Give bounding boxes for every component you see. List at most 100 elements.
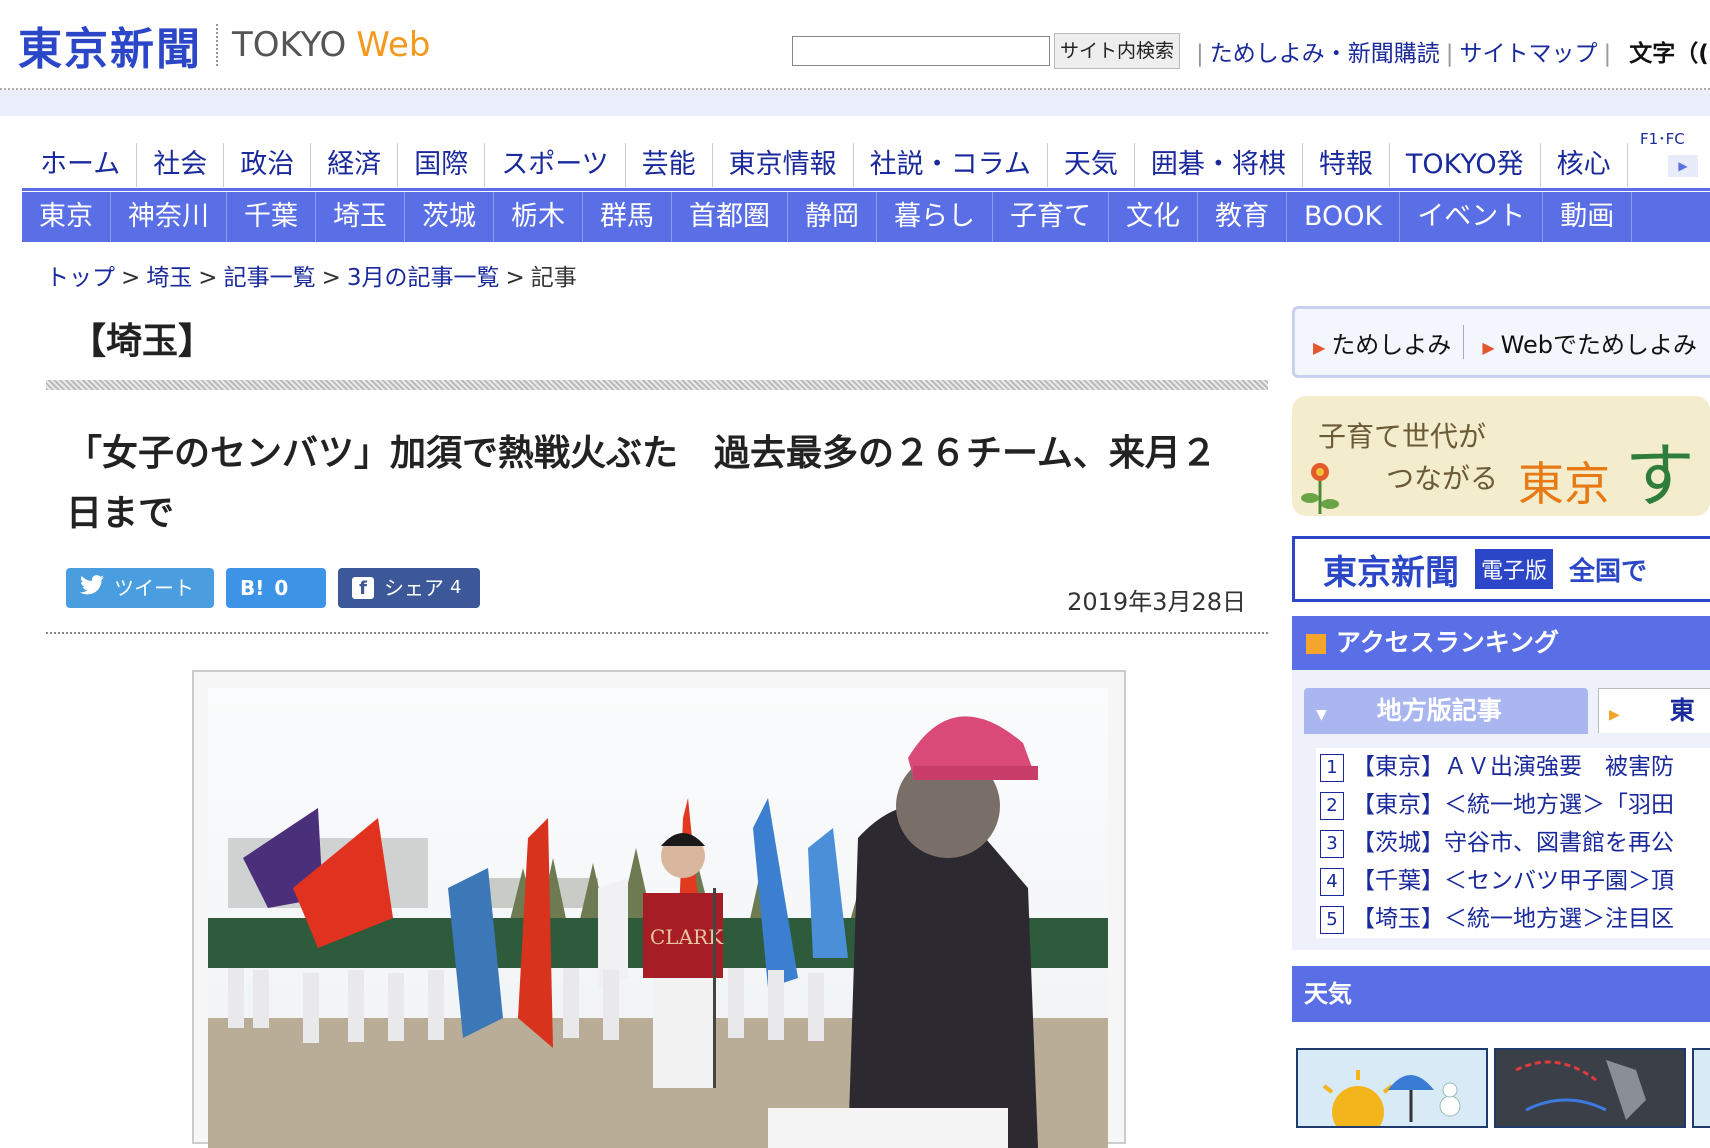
breadcrumb-separator: > bbox=[121, 265, 141, 291]
ranking-item[interactable]: 1 【東京】ＡＶ出演強要 被害防 bbox=[1316, 748, 1710, 786]
regional-nav-item[interactable]: 子育て bbox=[993, 192, 1109, 242]
triangle-right-icon: ▶ bbox=[1482, 337, 1495, 357]
kosodate-banner[interactable]: 子育て世代が つながる 東京 す bbox=[1292, 396, 1710, 516]
regional-nav-item[interactable]: 東京 bbox=[22, 192, 111, 242]
share-label: シェア bbox=[384, 576, 444, 600]
social-buttons: ツイート B! 0 f シェア 4 bbox=[66, 568, 480, 608]
ebook-banner[interactable]: 東京新聞 電子版 全国で bbox=[1292, 536, 1710, 602]
ranking-item[interactable]: 3 【茨城】守谷市、図書館を再公 bbox=[1316, 824, 1710, 862]
regional-nav-item[interactable]: 文化 bbox=[1109, 192, 1198, 242]
hatena-bookmark-button[interactable]: B! 0 bbox=[226, 568, 326, 608]
breadcrumb-separator: > bbox=[321, 265, 341, 291]
regional-nav-item[interactable]: 群馬 bbox=[583, 192, 672, 242]
regional-nav-item[interactable]: 暮らし bbox=[877, 192, 993, 242]
section-divider bbox=[46, 380, 1268, 390]
regional-nav-item[interactable]: イベント bbox=[1400, 192, 1544, 242]
global-nav-item[interactable]: 芸能 bbox=[626, 143, 713, 187]
chevron-right-icon[interactable]: ▶ bbox=[1668, 155, 1698, 177]
global-nav-item[interactable]: 核心 bbox=[1541, 143, 1628, 187]
ranking-title-text: 【茨城】守谷市、図書館を再公 bbox=[1352, 830, 1674, 856]
tab-tokyo-label: 東 bbox=[1669, 696, 1695, 725]
tab-local-label: 地方版記事 bbox=[1376, 696, 1502, 725]
tab-local-articles[interactable]: ▼ 地方版記事 bbox=[1304, 688, 1588, 734]
tab-tokyo[interactable]: ▶ 東 bbox=[1598, 688, 1710, 733]
web-trial-link-item[interactable]: ▶ Webでためしよみ bbox=[1464, 325, 1709, 360]
ranking-item[interactable]: 4 【千葉】＜センバツ甲子園＞頂 bbox=[1316, 862, 1710, 900]
regional-nav-item[interactable]: 千葉 bbox=[227, 192, 316, 242]
regional-nav-item[interactable]: 栃木 bbox=[494, 192, 583, 242]
ranking-header: アクセスランキング bbox=[1292, 616, 1710, 670]
regional-nav-item[interactable]: 動画 bbox=[1543, 192, 1633, 242]
article-photo-frame: CLARK bbox=[192, 670, 1126, 1148]
ranking-title-text: 【東京】＜統一地方選＞「羽田 bbox=[1352, 792, 1674, 818]
flower-icon bbox=[1301, 463, 1339, 514]
logo-jp: 東京新聞 bbox=[18, 24, 202, 75]
share-count: 4 bbox=[450, 577, 462, 598]
ranking-item[interactable]: 2 【東京】＜統一地方選＞「羽田 bbox=[1316, 786, 1710, 824]
breadcrumb-link[interactable]: 記事一覧 bbox=[224, 265, 316, 291]
weather-forecast-thumb[interactable] bbox=[1296, 1048, 1488, 1128]
header-band bbox=[0, 90, 1710, 116]
trial-link-item[interactable]: ▶ ためしよみ bbox=[1295, 325, 1463, 360]
triangle-right-icon: ▶ bbox=[1313, 337, 1326, 357]
global-nav-item[interactable]: 政治 bbox=[224, 143, 312, 187]
ranking-number: 3 bbox=[1320, 830, 1344, 858]
global-nav-item[interactable]: 東京情報 bbox=[713, 143, 854, 187]
global-nav-item[interactable]: 経済 bbox=[311, 143, 399, 187]
regional-nav-item[interactable]: 埼玉 bbox=[316, 192, 405, 242]
site-search-button[interactable]: サイト内検索 bbox=[1054, 33, 1180, 69]
global-nav-item[interactable]: 国際 bbox=[398, 143, 486, 187]
kosodate-tail: す bbox=[1624, 435, 1695, 516]
font-size-control[interactable]: 文字（( bbox=[1629, 41, 1709, 67]
ranking-item[interactable]: 5 【埼玉】＜統一地方選＞注目区 bbox=[1316, 900, 1710, 938]
site-logo[interactable]: 東京新聞 TOKYO Web bbox=[18, 20, 430, 75]
weather-thumb-partial[interactable] bbox=[1692, 1048, 1710, 1128]
breadcrumb-separator: > bbox=[505, 265, 525, 291]
weather-map-thumb[interactable] bbox=[1494, 1048, 1686, 1128]
regional-nav: 東京 神奈川 千葉 埼玉 茨城 栃木 群馬 首都圏 静岡 暮らし 子育て 文化 教育 BOOK イベント 動画 bbox=[22, 192, 1710, 242]
nav-scroll-control[interactable]: F1･FC ▶ bbox=[1640, 128, 1710, 177]
global-nav-item[interactable]: 囲碁・将棋 bbox=[1135, 143, 1303, 187]
ranking-number: 1 bbox=[1320, 754, 1344, 782]
global-nav-item[interactable]: スポーツ bbox=[485, 143, 626, 187]
ebook-logo: 東京新聞 bbox=[1323, 552, 1459, 593]
regional-nav-item[interactable]: 教育 bbox=[1198, 192, 1287, 242]
tweet-button[interactable]: ツイート bbox=[66, 568, 214, 608]
breadcrumb-link[interactable]: 埼玉 bbox=[146, 265, 192, 291]
weather-header: 天気 bbox=[1292, 966, 1710, 1022]
triangle-right-icon: ▶ bbox=[1609, 707, 1620, 723]
logo-en: TOKYO bbox=[232, 25, 347, 65]
global-nav-item[interactable]: 特報 bbox=[1303, 143, 1390, 187]
regional-nav-item[interactable]: 茨城 bbox=[405, 192, 494, 242]
global-nav-item[interactable]: 社説・コラム bbox=[854, 143, 1048, 187]
util-link-trial-subscribe[interactable]: ためしよみ・新聞購読 bbox=[1210, 41, 1440, 67]
global-nav-item[interactable]: ホーム bbox=[22, 143, 138, 187]
article-photo[interactable]: CLARK bbox=[208, 688, 1108, 1148]
ranking-list: 1 【東京】ＡＶ出演強要 被害防 2 【東京】＜統一地方選＞「羽田 3 【茨城】守谷市、図… bbox=[1316, 748, 1710, 938]
breadcrumb-current: 記事 bbox=[530, 265, 577, 291]
regional-nav-item[interactable]: BOOK bbox=[1287, 192, 1401, 242]
facebook-share-button[interactable]: f シェア 4 bbox=[338, 568, 480, 608]
global-nav-item[interactable]: TOKYO発 bbox=[1390, 143, 1541, 187]
hatena-count: 0 bbox=[274, 576, 289, 600]
breadcrumb: トップ > 埼玉 > 記事一覧 >3月の記事一覧 > 記事 bbox=[46, 258, 577, 292]
regional-nav-item[interactable]: 神奈川 bbox=[111, 192, 227, 242]
photo-jersey-text: CLARK bbox=[650, 925, 724, 949]
ranking-title-text: 【東京】ＡＶ出演強要 被害防 bbox=[1352, 754, 1674, 780]
regional-nav-item[interactable]: 首都圏 bbox=[672, 192, 788, 242]
sun-umbrella-icon bbox=[1322, 1070, 1461, 1126]
ranking-bullet-icon bbox=[1306, 634, 1326, 654]
global-nav-item[interactable]: 社会 bbox=[137, 143, 225, 187]
regional-nav-item[interactable]: 静岡 bbox=[788, 192, 877, 242]
util-link-sitemap[interactable]: サイトマップ bbox=[1460, 41, 1598, 67]
utility-links: | ためしよみ・新聞購読 | サイトマップ | 文字（( bbox=[1190, 34, 1709, 68]
site-search-input[interactable] bbox=[792, 36, 1050, 66]
trial-link-label: ためしよみ bbox=[1331, 330, 1452, 359]
kosodate-tokyo-text: 東京 bbox=[1518, 457, 1610, 511]
breadcrumb-link[interactable]: トップ bbox=[46, 265, 115, 291]
global-nav-item[interactable]: 天気 bbox=[1048, 143, 1135, 187]
ranking-title-text: 【埼玉】＜統一地方選＞注目区 bbox=[1352, 906, 1674, 932]
ebook-tag: 電子版 bbox=[1475, 549, 1554, 589]
dotted-divider bbox=[46, 632, 1268, 634]
breadcrumb-link[interactable]: 3月の記事一覧 bbox=[347, 265, 500, 291]
